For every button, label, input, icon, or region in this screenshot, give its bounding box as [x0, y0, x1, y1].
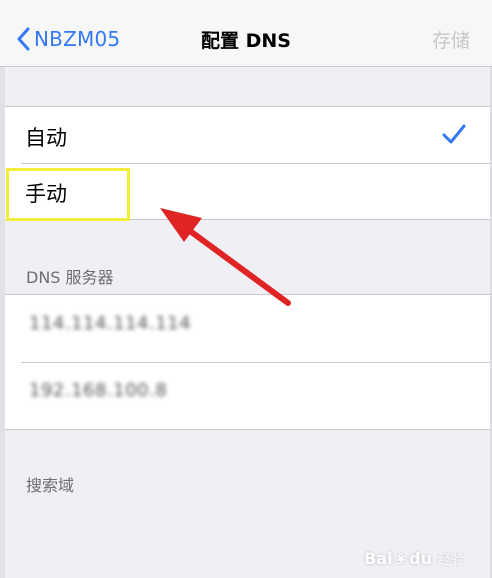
- baidu-watermark: Bai ❀ du 经验: [364, 549, 464, 568]
- annotation-arrow: [160, 208, 291, 306]
- watermark-sub: 经验: [437, 553, 464, 568]
- watermark-brand: Bai: [364, 549, 393, 568]
- watermark-brand-suffix: du: [409, 549, 432, 568]
- paw-icon: ❀: [394, 549, 408, 568]
